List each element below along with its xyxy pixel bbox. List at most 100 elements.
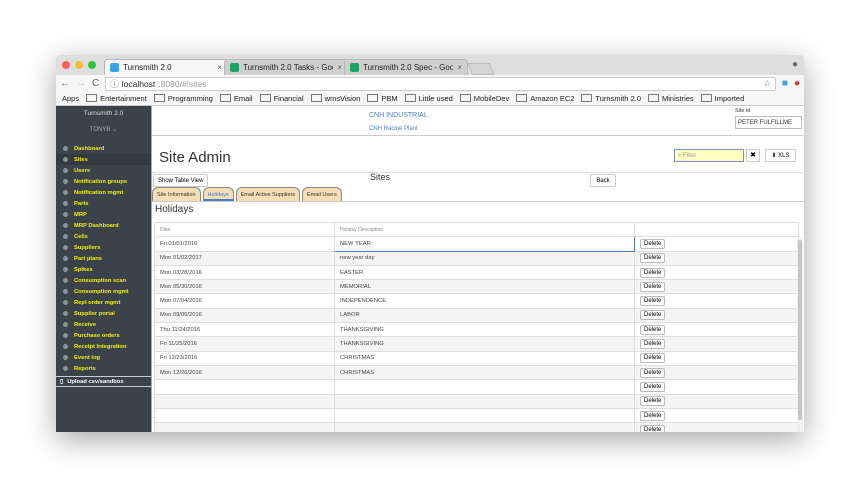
description-cell[interactable]: CHRISTMAS — [334, 350, 635, 366]
delete-button[interactable]: Delete — [640, 381, 666, 392]
description-cell[interactable]: MEMORIAL — [334, 279, 635, 295]
description-cell[interactable] — [334, 393, 635, 409]
date-cell[interactable]: Fri 12/23/2016 — [154, 350, 335, 366]
bookmark-item[interactable]: Entertainment — [86, 94, 147, 103]
star-icon[interactable]: ☆ — [763, 78, 771, 89]
sidebar-item-repl-order-mgmt[interactable]: Repl order mgmt — [56, 297, 151, 308]
date-cell[interactable]: Mon 01/02/2017 — [154, 250, 335, 266]
description-cell[interactable]: THANKSGIVING — [334, 336, 635, 352]
profile-icon[interactable]: ● — [792, 59, 798, 70]
sidebar-item-receive[interactable]: Receive — [56, 319, 151, 330]
browser-tab[interactable]: Turnsmith 2.0 Spec - Google S× — [344, 59, 468, 75]
sidebar-item-notification-mgmt[interactable]: Notification mgmt — [56, 187, 151, 198]
reload-icon[interactable]: C — [92, 78, 99, 89]
scrollbar[interactable] — [797, 238, 803, 432]
date-cell[interactable]: Mon 03/28/2016 — [154, 264, 335, 281]
description-cell[interactable]: new year day — [334, 250, 635, 266]
sidebar-item-reports[interactable]: Reports — [56, 363, 151, 374]
sidebar-item-cells[interactable]: Cells — [56, 231, 151, 242]
sidebar-item-users[interactable]: Users — [56, 165, 151, 176]
sidebar-item-consumption-scan[interactable]: Consumption scan — [56, 275, 151, 286]
tab-email-users[interactable]: Email Users — [302, 187, 342, 201]
upload-csv-sandbox[interactable]: ▯ Upload csv/sandbox — [56, 376, 151, 387]
tab-holidays[interactable]: Holidays — [202, 187, 234, 201]
date-cell[interactable]: Thu 11/24/2016 — [154, 322, 335, 338]
tab-email-active-suppliers[interactable]: Email Active Suppliers — [235, 187, 301, 201]
filter-input[interactable]: ⌕ Filter — [674, 149, 744, 162]
delete-button[interactable]: Delete — [640, 253, 666, 264]
sidebar-item-mrp-dashboard[interactable]: MRP Dashboard — [56, 220, 151, 231]
bookmark-item[interactable]: Amazon EC2 — [516, 94, 574, 103]
delete-button[interactable]: Delete — [640, 281, 666, 292]
menu-icon[interactable]: ● — [794, 78, 800, 89]
delete-button[interactable]: Delete — [640, 324, 666, 335]
export-xls-button[interactable]: ⬇ XLS — [765, 149, 796, 162]
extension-icon[interactable]: ■ — [782, 78, 788, 89]
new-tab-button[interactable] — [467, 63, 495, 75]
column-description[interactable]: Holiday Description — [334, 221, 635, 238]
bookmark-item[interactable]: Ministries — [648, 94, 694, 103]
sidebar-item-parts[interactable]: Parts — [56, 198, 151, 209]
bookmark-item[interactable]: MobileDev — [460, 94, 509, 103]
description-cell[interactable]: EASTER — [334, 264, 635, 281]
description-cell[interactable] — [334, 407, 635, 424]
date-cell[interactable] — [154, 393, 335, 409]
delete-button[interactable]: Delete — [640, 367, 666, 378]
company-name[interactable]: CNH INDUSTRIAL — [369, 112, 428, 119]
back-button[interactable]: Back — [590, 174, 616, 187]
plant-name[interactable]: CNH Racine Plant — [369, 126, 418, 132]
description-cell[interactable] — [334, 379, 635, 395]
bookmark-item[interactable]: Financial — [260, 94, 304, 103]
browser-tab[interactable]: Turnsmith 2.0 × — [104, 59, 228, 75]
date-cell[interactable] — [154, 379, 335, 395]
browser-tab[interactable]: Turnsmith 2.0 Tasks - Google × — [224, 59, 348, 75]
date-cell[interactable]: Mon 09/05/2016 — [154, 307, 335, 324]
close-tab-icon[interactable]: × — [337, 63, 342, 72]
user-menu[interactable]: TONYB ⌄ — [56, 126, 151, 143]
description-cell[interactable]: NEW YEAR — [334, 236, 635, 252]
date-cell[interactable]: Fri 01/01/2016 — [154, 236, 335, 252]
date-cell[interactable] — [154, 407, 335, 424]
close-tab-icon[interactable]: × — [457, 63, 462, 72]
sidebar-item-suppliers[interactable]: Suppliers — [56, 242, 151, 253]
description-cell[interactable]: LABOR — [334, 307, 635, 324]
description-cell[interactable]: THANKSGIVING — [334, 322, 635, 338]
bookmark-item[interactable]: Programming — [154, 94, 213, 103]
sidebar-item-sites[interactable]: Sites — [56, 154, 151, 165]
date-cell[interactable]: Fri 11/25/2016 — [154, 336, 335, 352]
bookmark-item[interactable]: Turnsmith 2.0 — [581, 94, 641, 103]
date-cell[interactable]: Mon 05/30/2016 — [154, 279, 335, 295]
sidebar-item-mrp[interactable]: MRP — [56, 209, 151, 220]
sidebar-item-event-log[interactable]: Event log — [56, 352, 151, 363]
delete-button[interactable]: Delete — [640, 353, 666, 364]
forward-icon[interactable]: → — [76, 78, 86, 89]
delete-button[interactable]: Delete — [640, 310, 666, 321]
sidebar-item-receipt-integration[interactable]: Receipt Integration — [56, 341, 151, 352]
tab-site-information[interactable]: Site Information — [152, 187, 201, 201]
delete-button[interactable]: Delete — [640, 424, 666, 432]
clear-filter-button[interactable]: ✖ — [746, 149, 760, 162]
apps-bookmark[interactable]: Apps — [62, 94, 79, 103]
sidebar-item-supplier-portal[interactable]: Supplier portal — [56, 308, 151, 319]
sidebar-item-dashboard[interactable]: Dashboard — [56, 143, 151, 154]
delete-button[interactable]: Delete — [640, 410, 666, 421]
bookmark-item[interactable]: Imported — [701, 94, 745, 103]
delete-button[interactable]: Delete — [640, 339, 666, 350]
column-date[interactable]: Date — [154, 221, 335, 238]
bookmark-item[interactable]: Email — [220, 94, 253, 103]
delete-button[interactable]: Delete — [640, 396, 666, 407]
close-tab-icon[interactable]: × — [217, 63, 222, 72]
description-cell[interactable]: INDEPENDENCE — [334, 293, 635, 309]
description-cell[interactable]: CHRISTMAS — [334, 364, 635, 381]
bookmark-item[interactable]: Little used — [405, 94, 453, 103]
date-cell[interactable] — [154, 422, 335, 432]
show-table-view-button[interactable]: Show Table View — [153, 174, 209, 187]
delete-button[interactable]: Delete — [640, 296, 666, 307]
date-cell[interactable]: Mon 07/04/2016 — [154, 293, 335, 309]
sidebar-item-purchase-orders[interactable]: Purchase orders — [56, 330, 151, 341]
sidebar-item-part-plans[interactable]: Part plans — [56, 253, 151, 264]
back-icon[interactable]: ← — [60, 78, 70, 89]
delete-button[interactable]: Delete — [640, 238, 666, 249]
bookmark-item[interactable]: PBM — [367, 94, 397, 103]
description-cell[interactable] — [334, 422, 635, 432]
